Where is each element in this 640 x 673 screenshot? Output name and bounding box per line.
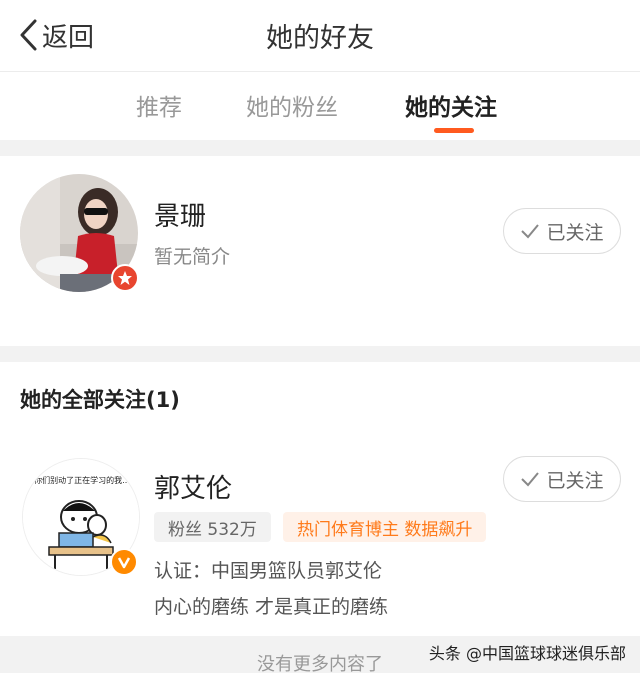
verification-text: 认证：中国男篮队员郭艾伦	[154, 560, 383, 582]
profile-bio: 暂无简介	[154, 246, 231, 268]
fans-count-chip: 粉丝 532万	[154, 512, 271, 542]
top-nav-bar: 返回 她的好友	[0, 0, 640, 72]
tab-her-following[interactable]: 她的关注	[405, 88, 497, 122]
avatar-caption: 你们别动了正在学习的我...	[34, 476, 130, 485]
page-title: 她的好友	[266, 23, 374, 54]
star-badge-icon	[111, 264, 139, 292]
following-list-card: 她的全部关注(1) 你们别动了正在学习的我... 郭艾伦 粉丝 532万 热门体…	[0, 362, 640, 636]
tab-her-fans[interactable]: 她的粉丝	[246, 88, 338, 122]
tab-recommend[interactable]: 推荐	[136, 88, 182, 122]
profile-name: 景珊	[154, 202, 207, 232]
following-bio: 内心的磨练 才是真正的磨练	[154, 596, 389, 618]
watermark: 头条 @中国篮球球迷俱乐部	[428, 644, 626, 663]
followed-button[interactable]: 已关注	[503, 456, 621, 502]
followed-button[interactable]: 已关注	[503, 208, 621, 254]
check-icon	[521, 224, 540, 239]
active-tab-indicator	[434, 128, 474, 133]
follow-label: 已关注	[546, 469, 604, 492]
follow-label: 已关注	[546, 221, 604, 244]
section-title: 她的全部关注(1)	[20, 388, 180, 412]
tab-bar: 推荐 她的粉丝 她的关注	[0, 72, 640, 140]
following-name[interactable]: 郭艾伦	[154, 468, 232, 505]
profile-card: 景珊 暂无简介 已关注	[0, 156, 640, 346]
hot-tag-chip: 热门体育博主 数据飙升	[283, 512, 487, 542]
check-icon	[521, 472, 540, 487]
verified-v-icon	[110, 548, 138, 576]
